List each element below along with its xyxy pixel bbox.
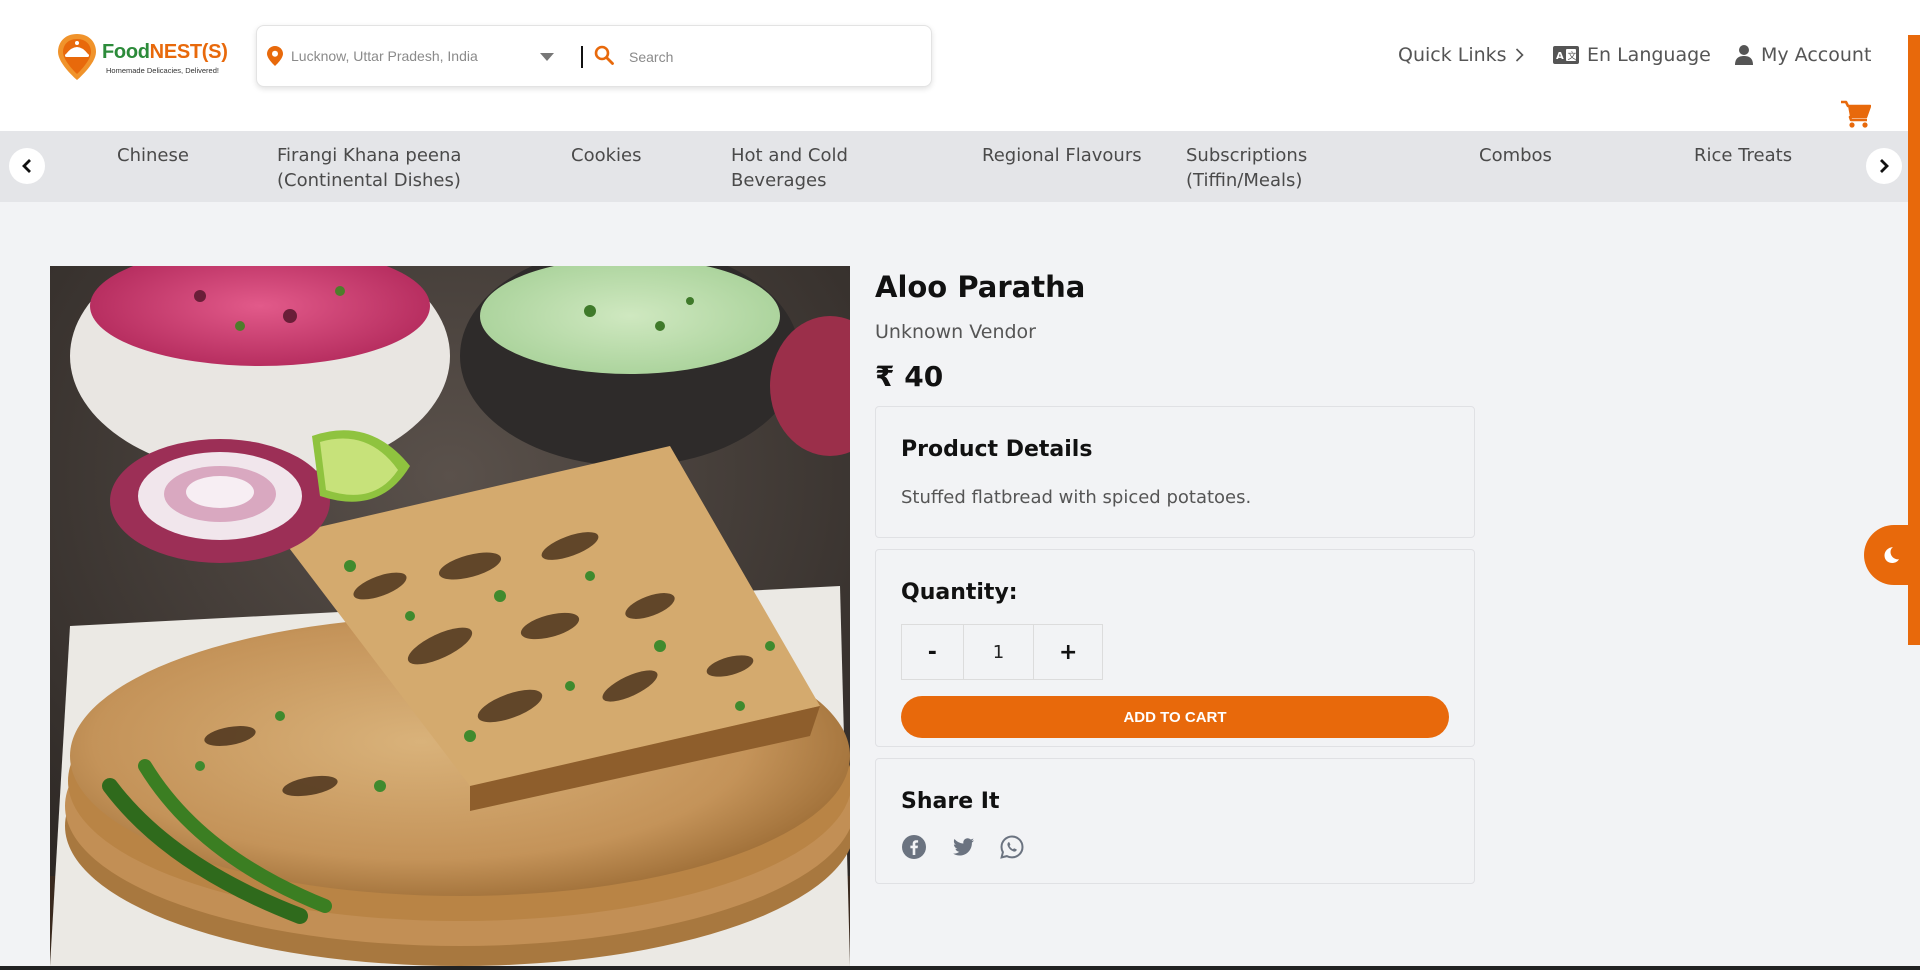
language-card-icon: A 文 [1553,46,1579,64]
top-header: FoodNEST(S) Homemade Delicacies, Deliver… [0,0,1920,131]
quick-links-link[interactable]: Quick Links [1398,44,1524,66]
search-bar: Lucknow, Uttar Pradesh, India [256,25,932,87]
chevron-left-icon [22,159,31,173]
quantity-label: Quantity: [901,580,1018,605]
aloo-paratha-photo [50,266,850,966]
cart-icon[interactable] [1841,100,1871,128]
language-selector[interactable]: A 文 En Language [1553,44,1711,66]
language-label: En Language [1587,44,1711,66]
product-details-card: Product Details Stuffed flatbread with s… [875,406,1475,538]
moon-icon [1884,547,1899,563]
vendor-name[interactable]: Unknown Vendor [875,321,1036,343]
category-scroll-right-button[interactable] [1866,148,1902,184]
dark-mode-toggle[interactable] [1864,525,1920,585]
logo-mark-icon [58,34,96,80]
product-price: ₹ 40 [875,360,944,393]
page-bottom-border [0,966,1920,970]
category-scroll-left-button[interactable] [9,148,45,184]
my-account-label: My Account [1761,44,1872,66]
category-rice-treats[interactable]: Rice Treats [1694,143,1792,168]
whatsapp-icon[interactable] [999,834,1025,860]
chevron-right-icon [1515,48,1524,62]
category-subscriptions[interactable]: Subscriptions (Tiffin/Meals) [1186,143,1307,193]
product-description: Stuffed flatbread with spiced potatoes. [901,487,1252,508]
decrease-quantity-button[interactable]: - [902,625,963,679]
quick-links-label: Quick Links [1398,44,1507,66]
share-icons [901,834,1025,860]
share-heading: Share It [901,789,1000,814]
facebook-icon[interactable] [901,834,927,860]
category-bar: Chinese Firangi Khana peena (Continental … [0,131,1908,202]
add-to-cart-button[interactable]: ADD TO CART [901,696,1449,738]
product-title: Aloo Paratha [875,270,1086,304]
user-icon [1735,45,1753,65]
share-card: Share It [875,758,1475,884]
category-chinese[interactable]: Chinese [117,143,189,168]
category-regional-flavours[interactable]: Regional Flavours [982,143,1142,168]
chevron-down-icon[interactable] [540,53,554,61]
search-input[interactable] [629,45,919,69]
increase-quantity-button[interactable]: + [1034,625,1102,679]
chevron-right-icon [1880,159,1889,173]
product-details-heading: Product Details [901,437,1093,462]
product-image [50,266,850,966]
map-pin-icon [267,46,283,66]
quantity-card: Quantity: - 1 + ADD TO CART [875,549,1475,747]
svg-text:A: A [1556,51,1564,62]
brand-tagline: Homemade Delicacies, Delivered! [106,66,219,75]
category-continental[interactable]: Firangi Khana peena (Continental Dishes) [277,143,461,193]
brand-logo[interactable]: FoodNEST(S) Homemade Delicacies, Deliver… [56,32,228,84]
search-divider [581,46,583,68]
location-selector[interactable]: Lucknow, Uttar Pradesh, India [291,48,478,64]
quantity-stepper: - 1 + [901,624,1103,680]
my-account-link[interactable]: My Account [1735,44,1871,66]
twitter-icon[interactable] [950,834,976,860]
category-combos[interactable]: Combos [1479,143,1552,168]
category-beverages[interactable]: Hot and Cold Beverages [731,143,848,193]
svg-text:文: 文 [1568,50,1577,62]
quantity-value[interactable]: 1 [962,625,1035,679]
search-icon[interactable] [594,45,614,65]
category-cookies[interactable]: Cookies [571,143,641,168]
brand-name: FoodNEST(S) [102,41,228,63]
